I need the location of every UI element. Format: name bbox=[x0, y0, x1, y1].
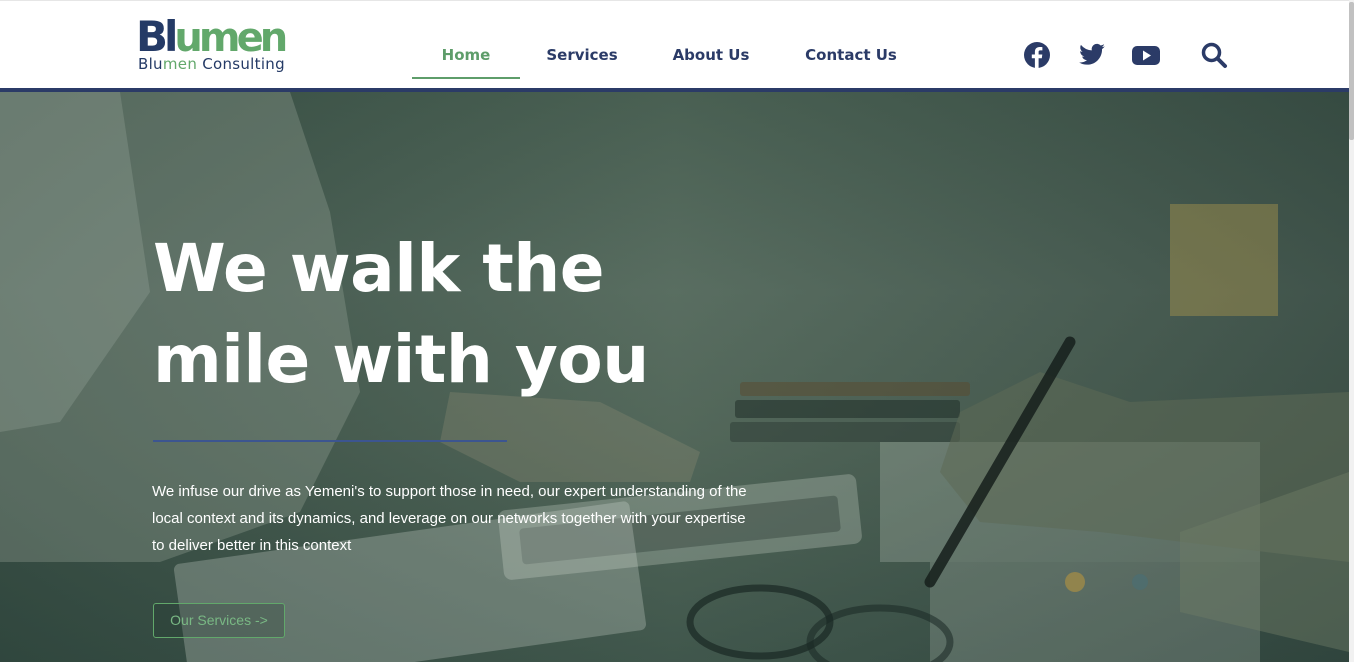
our-services-button[interactable]: Our Services -> bbox=[153, 603, 285, 638]
nav-item-about-us[interactable]: About Us bbox=[662, 41, 760, 79]
scrollbar-thumb[interactable] bbox=[1349, 2, 1354, 140]
hero-title: We walk the mile with you bbox=[153, 223, 773, 405]
logo-mark: Blumen bbox=[136, 12, 288, 61]
nav-item-home[interactable]: Home bbox=[412, 41, 520, 79]
logo-subtitle-part1: Blu bbox=[138, 55, 163, 73]
facebook-icon[interactable] bbox=[1023, 41, 1051, 69]
search-icon[interactable] bbox=[1200, 41, 1228, 69]
logo-subtitle-part2: men bbox=[162, 55, 198, 73]
nav-item-services[interactable]: Services bbox=[536, 41, 628, 79]
nav-item-contact-us[interactable]: Contact Us bbox=[794, 41, 908, 79]
logo-mark-part1: Bl bbox=[136, 12, 178, 61]
hero-title-line2: mile with you bbox=[153, 321, 649, 398]
hero-divider bbox=[153, 440, 507, 442]
youtube-icon[interactable] bbox=[1131, 41, 1161, 69]
logo-subtitle: Blumen Consulting bbox=[138, 55, 285, 73]
hero-title-line1: We walk the bbox=[153, 230, 605, 307]
site-header: Blumen Blumen Consulting Home Services A… bbox=[0, 0, 1354, 92]
logo-subtitle-part3: Consulting bbox=[197, 55, 285, 73]
hero-section: We walk the mile with you We infuse our … bbox=[0, 92, 1349, 662]
twitter-icon[interactable] bbox=[1078, 41, 1106, 69]
brand-logo[interactable]: Blumen Blumen Consulting bbox=[136, 12, 288, 79]
hero-description: We infuse our drive as Yemeni's to suppo… bbox=[152, 483, 747, 554]
